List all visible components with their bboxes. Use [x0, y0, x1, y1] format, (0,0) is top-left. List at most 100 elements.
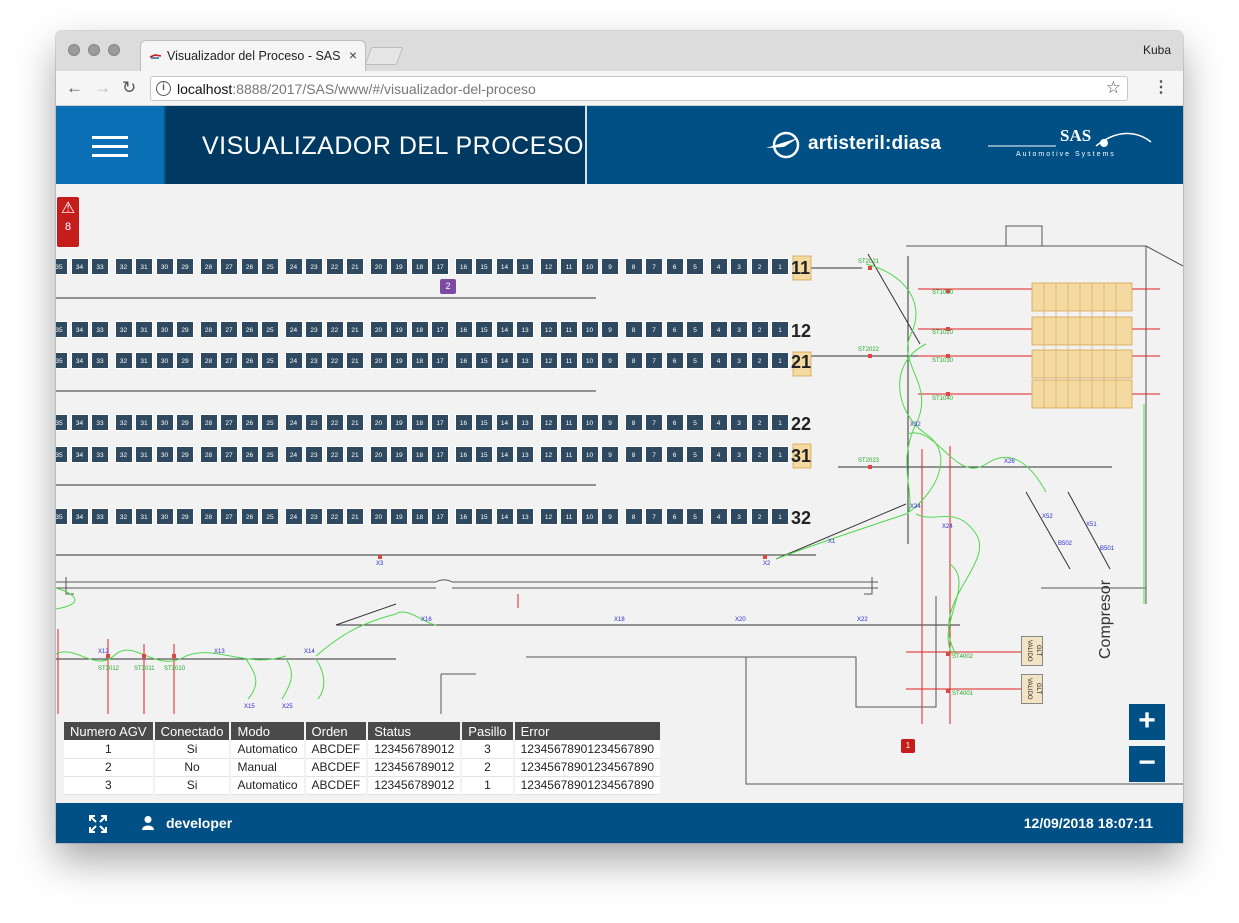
storage-slot[interactable]: 1	[771, 321, 789, 338]
storage-slot[interactable]: 2	[750, 352, 769, 369]
storage-slot[interactable]: 23	[305, 352, 323, 369]
storage-slot[interactable]: 14	[495, 446, 514, 463]
back-arrow-icon[interactable]: ←	[66, 78, 83, 98]
tab-close-icon[interactable]: ×	[349, 47, 357, 63]
storage-slot[interactable]: 31	[135, 508, 153, 525]
storage-slot[interactable]: 5	[686, 446, 704, 463]
reload-icon[interactable]: ↻	[122, 78, 136, 98]
storage-slot[interactable]: 35	[56, 508, 68, 525]
storage-slot[interactable]: 19	[390, 508, 408, 525]
storage-slot[interactable]: 29	[176, 508, 194, 525]
storage-slot[interactable]: 18	[410, 446, 429, 463]
new-tab-button[interactable]	[364, 47, 404, 65]
storage-slot[interactable]: 21	[346, 321, 364, 338]
forward-arrow-icon[interactable]: →	[94, 78, 111, 98]
storage-slot[interactable]: 6	[665, 508, 684, 525]
storage-slot[interactable]: 35	[56, 414, 68, 431]
browser-tab[interactable]: Visualizador del Proceso - SAS ×	[140, 40, 366, 71]
storage-slot[interactable]: 5	[686, 508, 704, 525]
storage-slot[interactable]: 12	[539, 446, 558, 463]
storage-slot[interactable]: 19	[390, 446, 408, 463]
storage-slot[interactable]: 30	[155, 414, 174, 431]
storage-slot[interactable]: 4	[709, 508, 728, 525]
storage-slot[interactable]: 17	[431, 446, 449, 463]
storage-slot[interactable]: 1	[771, 446, 789, 463]
process-map[interactable]: ⚠ 8 35 34 33 32 31 30 29 28 27 26 25 24 23 22 21 20 19 18…	[56, 184, 1183, 803]
storage-slot[interactable]: 18	[410, 258, 429, 275]
storage-slot[interactable]: 3	[730, 321, 748, 338]
storage-slot[interactable]: 17	[431, 414, 449, 431]
storage-slot[interactable]: 28	[199, 258, 218, 275]
storage-slot[interactable]: 24	[284, 258, 303, 275]
storage-slot[interactable]: 32	[114, 446, 133, 463]
valido-station[interactable]: GLT VALIDO	[1021, 636, 1043, 666]
storage-slot[interactable]: 28	[199, 352, 218, 369]
storage-slot[interactable]: 10	[580, 321, 599, 338]
storage-slot[interactable]: 22	[325, 258, 344, 275]
storage-slot[interactable]: 7	[645, 258, 663, 275]
storage-slot[interactable]: 25	[261, 352, 279, 369]
storage-slot[interactable]: 11	[560, 414, 578, 431]
fullscreen-icon[interactable]	[88, 814, 108, 834]
storage-slot[interactable]: 32	[114, 352, 133, 369]
storage-slot[interactable]: 35	[56, 258, 68, 275]
storage-slot[interactable]: 32	[114, 321, 133, 338]
storage-slot[interactable]: 11	[560, 508, 578, 525]
storage-slot[interactable]: 3	[730, 414, 748, 431]
storage-slot[interactable]: 13	[516, 258, 534, 275]
storage-slot[interactable]: 1	[771, 508, 789, 525]
storage-slot[interactable]: 13	[516, 352, 534, 369]
agv-marker[interactable]: 2	[440, 279, 456, 294]
storage-slot[interactable]: 4	[709, 414, 728, 431]
storage-slot[interactable]: 12	[539, 352, 558, 369]
storage-slot[interactable]: 8	[624, 321, 643, 338]
menu-button[interactable]	[56, 106, 164, 184]
storage-slot[interactable]: 27	[220, 508, 238, 525]
storage-slot[interactable]: 2	[750, 508, 769, 525]
storage-slot[interactable]: 29	[176, 321, 194, 338]
storage-slot[interactable]: 13	[516, 446, 534, 463]
storage-slot[interactable]: 3	[730, 446, 748, 463]
storage-slot[interactable]: 29	[176, 446, 194, 463]
storage-slot[interactable]: 25	[261, 321, 279, 338]
storage-slot[interactable]: 8	[624, 258, 643, 275]
profile-name[interactable]: Kuba	[1143, 43, 1171, 57]
storage-slot[interactable]: 4	[709, 321, 728, 338]
storage-slot[interactable]: 6	[665, 414, 684, 431]
storage-slot[interactable]: 14	[495, 352, 514, 369]
storage-slot[interactable]: 27	[220, 352, 238, 369]
storage-slot[interactable]: 6	[665, 446, 684, 463]
storage-slot[interactable]: 23	[305, 446, 323, 463]
bookmark-star-icon[interactable]: ☆	[1106, 78, 1121, 98]
storage-slot[interactable]: 24	[284, 352, 303, 369]
storage-slot[interactable]: 11	[560, 258, 578, 275]
storage-slot[interactable]: 9	[601, 414, 619, 431]
storage-slot[interactable]: 33	[91, 508, 109, 525]
storage-slot[interactable]: 25	[261, 508, 279, 525]
info-icon[interactable]: i	[156, 81, 171, 96]
storage-slot[interactable]: 23	[305, 321, 323, 338]
storage-slot[interactable]: 24	[284, 446, 303, 463]
storage-slot[interactable]: 31	[135, 258, 153, 275]
storage-slot[interactable]: 11	[560, 446, 578, 463]
storage-slot[interactable]: 3	[730, 258, 748, 275]
storage-slot[interactable]: 26	[240, 258, 259, 275]
storage-slot[interactable]: 31	[135, 446, 153, 463]
storage-slot[interactable]: 28	[199, 508, 218, 525]
storage-slot[interactable]: 3	[730, 352, 748, 369]
storage-slot[interactable]: 35	[56, 446, 68, 463]
storage-slot[interactable]: 22	[325, 321, 344, 338]
storage-slot[interactable]: 17	[431, 258, 449, 275]
storage-slot[interactable]: 31	[135, 321, 153, 338]
storage-slot[interactable]: 33	[91, 414, 109, 431]
storage-slot[interactable]: 35	[56, 352, 68, 369]
storage-slot[interactable]: 14	[495, 321, 514, 338]
storage-slot[interactable]: 10	[580, 258, 599, 275]
storage-slot[interactable]: 10	[580, 508, 599, 525]
storage-slot[interactable]: 32	[114, 414, 133, 431]
storage-slot[interactable]: 7	[645, 508, 663, 525]
storage-slot[interactable]: 26	[240, 414, 259, 431]
zoom-out-button[interactable]: −	[1129, 746, 1165, 782]
storage-slot[interactable]: 18	[410, 321, 429, 338]
storage-slot[interactable]: 7	[645, 414, 663, 431]
